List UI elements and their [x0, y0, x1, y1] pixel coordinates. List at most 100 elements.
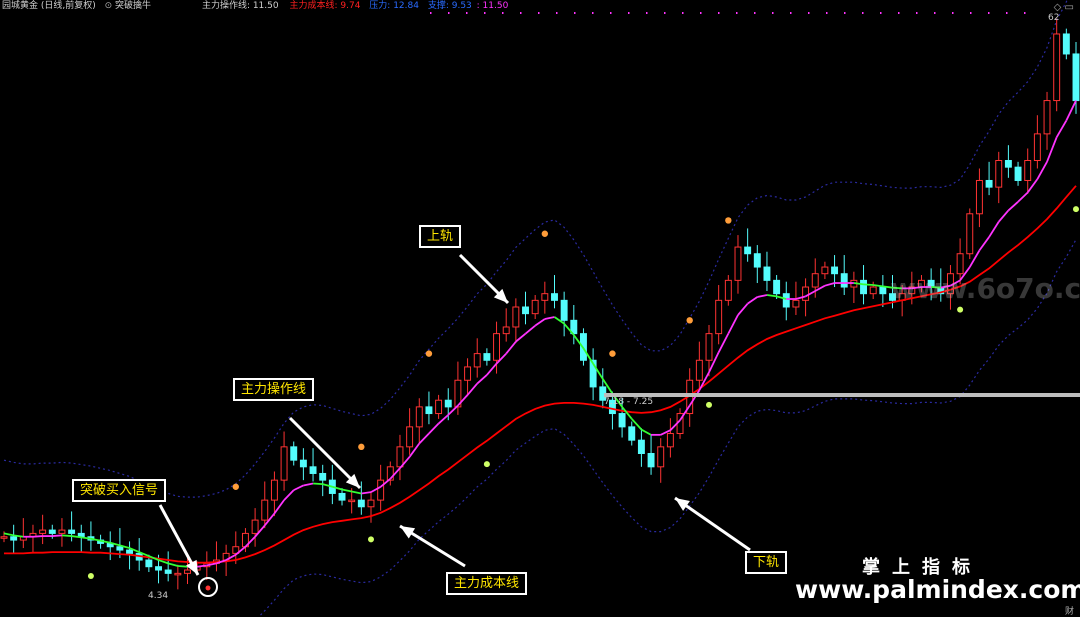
candle-body	[444, 399, 452, 408]
candle-body	[995, 160, 1003, 188]
operation-line-segment	[486, 363, 498, 376]
operation-line-segment	[437, 414, 449, 425]
operation-line-segment	[167, 562, 179, 567]
candle-body	[464, 366, 472, 381]
candle-body	[58, 529, 66, 534]
candle-body	[145, 559, 153, 568]
candle-body	[1004, 160, 1012, 168]
flame-icon	[425, 350, 433, 357]
operation-line-segment	[283, 489, 295, 501]
candle-body	[435, 399, 443, 415]
operation-line-label: 主力操作线	[233, 378, 315, 401]
flame-icon	[725, 217, 732, 224]
candle-body	[647, 453, 655, 468]
candle-body	[1072, 53, 1080, 102]
operation-line-segment	[998, 209, 1010, 223]
candle-body	[1053, 33, 1061, 102]
candle-body	[377, 479, 385, 501]
candle-body	[724, 279, 732, 301]
candle-body	[290, 446, 298, 461]
lower-rail-arrow-head	[675, 498, 690, 511]
operation-line-segment	[988, 221, 1000, 238]
candle-body	[1024, 160, 1032, 181]
candle-body	[512, 306, 520, 328]
candle-body	[502, 326, 510, 335]
flame-icon	[686, 317, 693, 324]
candle-body	[338, 492, 346, 501]
candle-body	[531, 299, 539, 315]
candle-body	[367, 499, 375, 508]
candle-body	[782, 293, 790, 308]
candle-body	[879, 286, 887, 295]
candle-body	[522, 306, 529, 315]
annotation-arrows	[158, 253, 751, 576]
candle-body	[155, 566, 162, 571]
operation-line-value: 主力操作线: 11.50	[201, 1, 279, 11]
candle-body	[1062, 33, 1070, 55]
candle-body	[39, 529, 47, 534]
operation-line-segment	[515, 332, 527, 343]
operation-line-segment	[863, 283, 874, 286]
candle-body	[415, 406, 423, 428]
candle-body	[251, 519, 259, 534]
candle-body	[753, 253, 761, 268]
candle-body	[560, 299, 568, 321]
diamond-icon[interactable]: ◇ ▭	[1054, 2, 1074, 13]
candle-body	[1043, 100, 1051, 135]
operation-line-segment	[3, 532, 14, 537]
operation-line-segment	[534, 318, 546, 327]
price-range-bar	[604, 393, 1080, 397]
candle-body	[715, 299, 723, 335]
candle-body	[483, 353, 491, 361]
signal-ball-icon	[706, 401, 713, 408]
candle-body	[811, 273, 819, 288]
stock-title[interactable]: 园城黄金 (日线,前复权)	[2, 0, 96, 12]
price-range-label: 7.18 - 7.25	[604, 397, 654, 407]
operation-line-segment	[476, 374, 488, 385]
candle-body	[637, 439, 645, 455]
candle-body	[319, 472, 327, 481]
bollinger-bands	[3, 0, 1077, 616]
candle-body	[975, 179, 983, 215]
operation-line-segment	[1017, 191, 1029, 203]
candle-body	[744, 246, 752, 255]
candle-body	[821, 266, 829, 275]
operation-line-segment	[32, 535, 43, 538]
candle-body	[473, 353, 481, 368]
upper-rail-label: 上轨	[419, 225, 462, 248]
breakout-dot-icon	[205, 585, 211, 591]
cost-line-value: 主力成本线: 9.74	[289, 1, 361, 11]
candle-body	[831, 266, 839, 275]
operation-line-segment	[52, 534, 63, 537]
operation-line-segment	[303, 482, 314, 487]
candle-body	[618, 413, 626, 428]
candle-body	[763, 266, 771, 281]
candle-body	[860, 279, 867, 295]
operation-line-segment	[1055, 120, 1068, 138]
cost-line	[4, 185, 1077, 564]
indicator-name[interactable]: 突破擒牛	[115, 0, 151, 12]
candle-body	[164, 569, 172, 574]
settings-icon[interactable]: ⊙	[105, 0, 113, 12]
upper-rail-line	[3, 0, 1068, 498]
candlestick-chart	[0, 0, 1080, 616]
candle-body	[985, 179, 993, 188]
operation-line-segment	[640, 428, 652, 436]
operation-line-segment	[418, 432, 430, 445]
operation-line-segment	[524, 324, 536, 335]
operation-line-segment	[1026, 178, 1039, 193]
candle-body	[174, 572, 182, 576]
chart-header: 园城黄金 (日线,前复权) ⊙ 突破擒牛 主力操作线: 11.50 主力成本线:…	[0, 0, 1080, 13]
breakout-signal-label: 突破买入信号	[72, 479, 167, 502]
candle-body	[116, 546, 124, 551]
high-marker-label: 62	[1048, 13, 1060, 23]
candle-body	[493, 333, 501, 361]
url-watermark: www.palmindex.com	[795, 575, 1080, 604]
operation-line-segment	[505, 341, 517, 355]
candle-body	[10, 536, 18, 541]
candle-body	[348, 499, 356, 503]
candle-body	[309, 466, 317, 474]
operation-line-segment	[747, 296, 758, 305]
candle-body	[695, 359, 703, 381]
candle-body	[840, 273, 848, 288]
